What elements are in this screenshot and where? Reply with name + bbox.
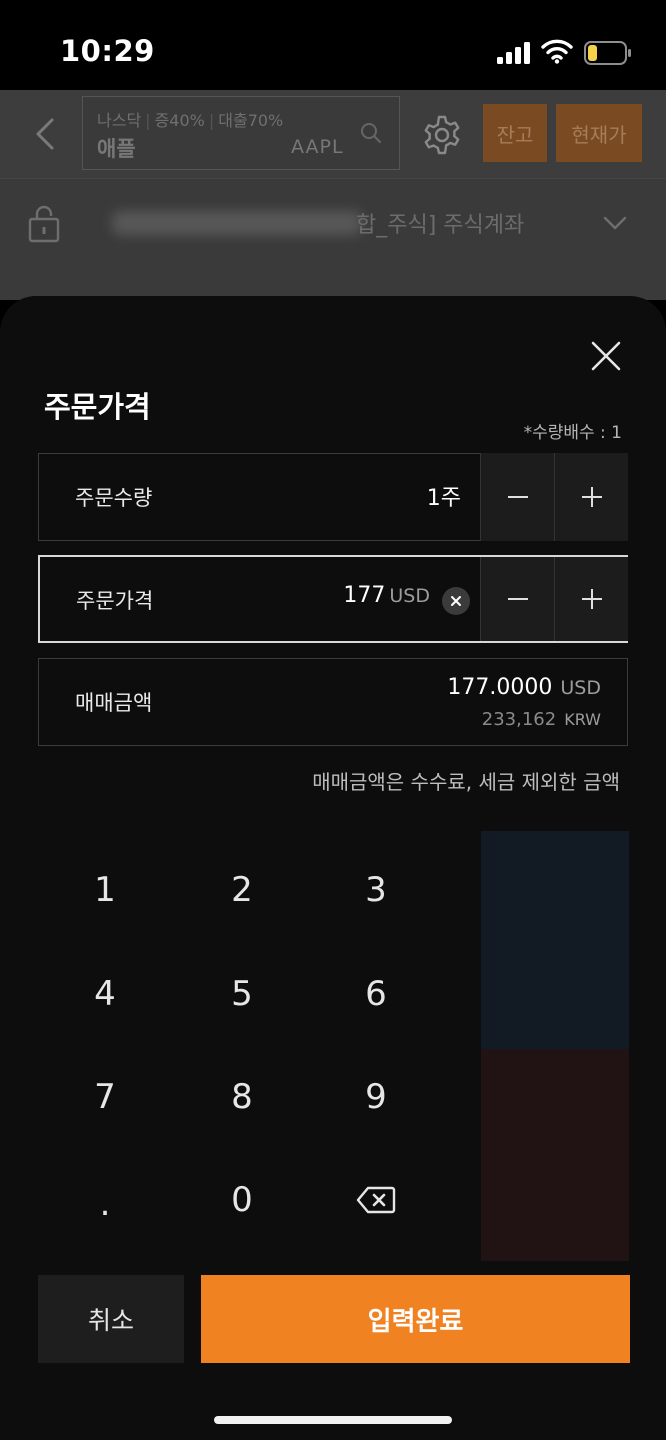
stock-header: 나스닥 | 증40% | 대출70% 애플 AAPL 잔고 현재가: [0, 90, 666, 178]
key-7[interactable]: 7: [40, 1049, 170, 1145]
balance-button[interactable]: 잔고: [483, 104, 547, 162]
backspace-icon: [356, 1186, 396, 1214]
key-8[interactable]: 8: [177, 1049, 307, 1145]
sheet-title: 주문가격: [44, 390, 151, 424]
cancel-button[interactable]: 취소: [38, 1275, 184, 1363]
clear-input-icon[interactable]: [442, 587, 470, 615]
current-price-button[interactable]: 현재가: [556, 104, 642, 162]
lock-icon: [28, 205, 60, 243]
quantity-value: 1주: [426, 486, 461, 511]
minus-icon: [507, 598, 528, 600]
stock-search-box[interactable]: 나스닥 | 증40% | 대출70% 애플 AAPL: [82, 96, 400, 170]
key-9[interactable]: 9: [311, 1049, 441, 1145]
confirm-input-button[interactable]: 입력완료: [201, 1275, 630, 1363]
price-increase-button[interactable]: [554, 557, 628, 641]
wifi-icon: [541, 39, 573, 64]
background-page: 나스닥 | 증40% | 대출70% 애플 AAPL 잔고 현재가 합_주식] 주식계좌: [0, 90, 666, 300]
price-value-group: 177 USD: [343, 583, 430, 608]
back-arrow-icon[interactable]: [32, 116, 58, 152]
fee-note: 매매금액은 수수료, 세금 제외한 금액: [312, 770, 620, 794]
account-label: 합_주식] 주식계좌: [356, 213, 525, 238]
price-value: 177: [343, 583, 386, 608]
quantity-increase-button[interactable]: [554, 453, 628, 541]
status-time: 10:29: [60, 34, 155, 68]
key-5[interactable]: 5: [177, 946, 307, 1042]
quantity-field[interactable]: 주문수량 1주: [38, 453, 628, 541]
quantity-decrease-button[interactable]: [480, 453, 554, 541]
key-1[interactable]: 1: [40, 842, 170, 938]
price-decrease-button[interactable]: [480, 557, 554, 641]
stock-ticker: AAPL: [291, 136, 344, 158]
account-selector[interactable]: 합_주식] 주식계좌: [0, 178, 666, 268]
plus-icon: [581, 589, 602, 609]
backspace-key[interactable]: [311, 1152, 441, 1248]
quantity-multiplier-note: *수량배수 : 1: [523, 423, 622, 443]
minus-icon: [507, 496, 528, 498]
gear-icon[interactable]: [421, 114, 463, 156]
key-4[interactable]: 4: [40, 946, 170, 1042]
plus-icon: [581, 487, 602, 507]
price-unit: USD: [389, 585, 430, 607]
loan-tag: 대출70%: [218, 111, 284, 130]
trade-amount-field: 매매금액 177.0000 USD 233,162 KRW: [38, 658, 628, 746]
trade-amount-label: 매매금액: [75, 691, 153, 715]
trade-amount-krw: 233,162 KRW: [482, 709, 601, 730]
usd-value: 177.0000: [447, 675, 553, 700]
margin-tag: 증40%: [154, 111, 205, 130]
price-field[interactable]: 주문가격 177 USD: [38, 555, 628, 643]
close-icon[interactable]: [590, 340, 622, 372]
market-tag: 나스닥: [97, 111, 142, 130]
key-2[interactable]: 2: [177, 842, 307, 938]
key-3[interactable]: 3: [311, 842, 441, 938]
status-bar: 10:29: [0, 0, 666, 90]
home-indicator[interactable]: [214, 1416, 452, 1424]
trade-amount-usd: 177.0000 USD: [447, 675, 601, 700]
search-icon[interactable]: [359, 121, 383, 145]
key-6[interactable]: 6: [311, 946, 441, 1042]
buy-color-panel: [481, 1049, 629, 1261]
battery-icon: [584, 41, 631, 65]
price-label: 주문가격: [76, 589, 154, 613]
quantity-label: 주문수량: [75, 486, 153, 510]
krw-value: 233,162: [481, 709, 557, 730]
stock-tags: 나스닥 | 증40% | 대출70%: [97, 111, 284, 130]
sell-color-panel: [481, 831, 629, 1049]
usd-unit: USD: [560, 677, 601, 699]
account-number-redacted: [112, 211, 362, 235]
chevron-down-icon[interactable]: [602, 215, 628, 231]
krw-unit: KRW: [564, 710, 601, 729]
cellular-signal-icon: [497, 42, 530, 64]
key-decimal[interactable]: .: [40, 1156, 170, 1252]
key-0[interactable]: 0: [177, 1152, 307, 1248]
order-price-sheet: 주문가격 *수량배수 : 1 주문수량 1주 주문가격 177 USD 매매금액 …: [0, 296, 666, 1440]
stock-name: 애플: [97, 137, 136, 161]
